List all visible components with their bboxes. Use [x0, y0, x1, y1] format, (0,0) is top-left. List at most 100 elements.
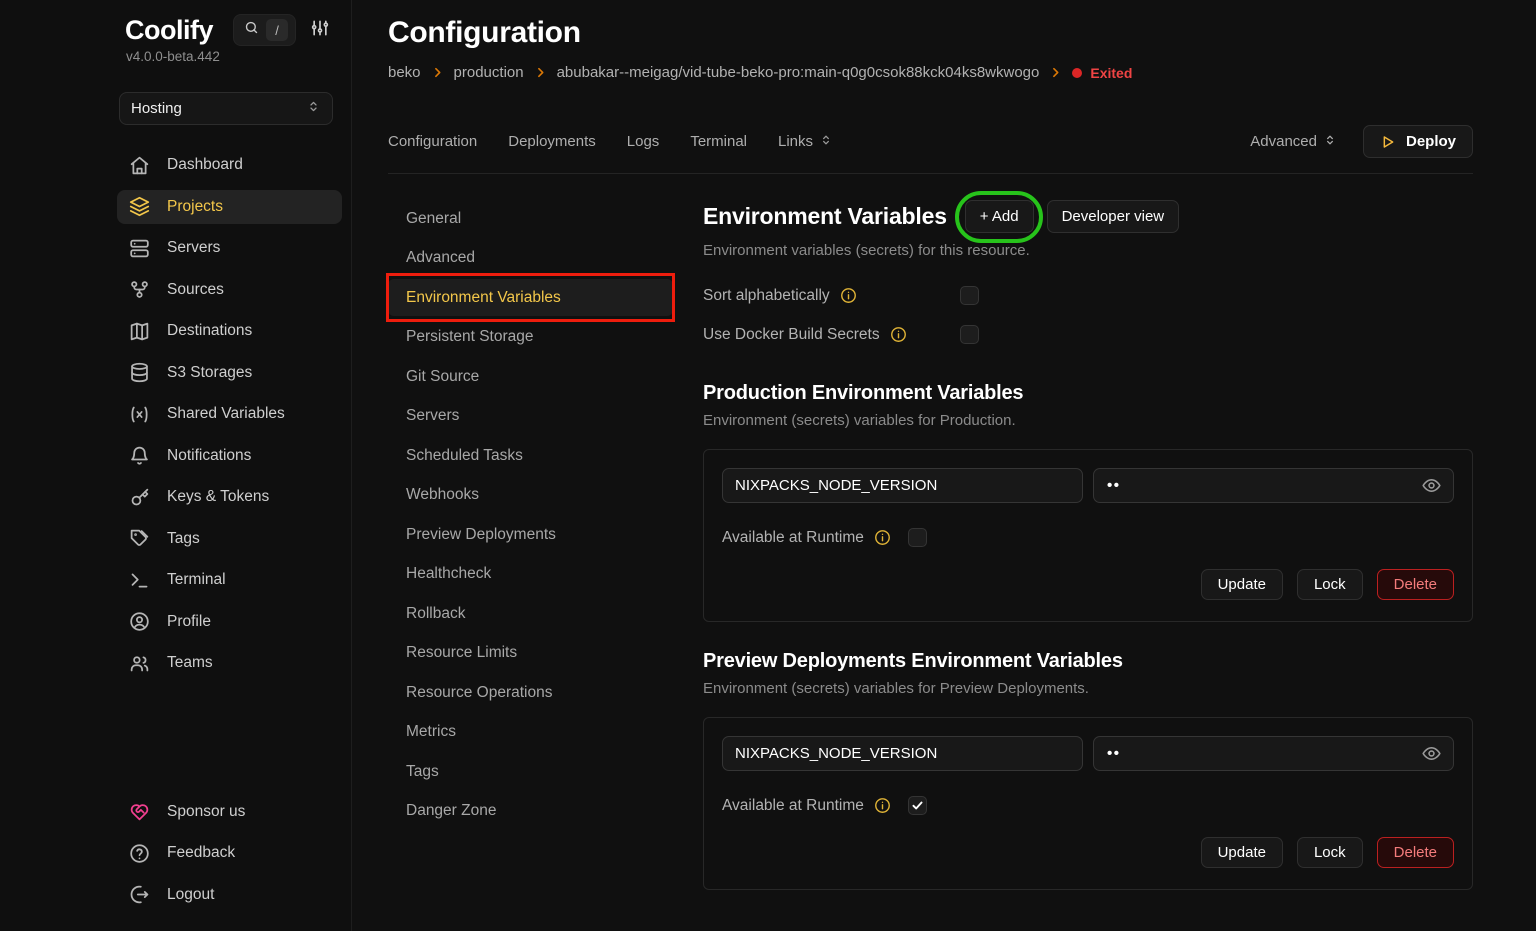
- subnav-item-resource-operations[interactable]: Resource Operations: [388, 674, 673, 711]
- app-version: v4.0.0-beta.442: [117, 49, 342, 64]
- config-subnav: General Advanced Environment Variables P…: [388, 200, 673, 930]
- sidebar-item-projects[interactable]: Projects: [117, 190, 342, 224]
- eye-icon[interactable]: [1421, 475, 1442, 496]
- delete-button[interactable]: Delete: [1377, 837, 1454, 868]
- update-button[interactable]: Update: [1201, 569, 1283, 600]
- developer-view-button[interactable]: Developer view: [1047, 200, 1180, 233]
- sidebar-item-terminal[interactable]: Terminal: [117, 563, 342, 597]
- tab-logs[interactable]: Logs: [627, 133, 660, 150]
- sidebar-item-label: Teams: [167, 654, 213, 672]
- help-circle-icon: [129, 843, 150, 864]
- sidebar-item-sponsor[interactable]: Sponsor us: [117, 795, 342, 829]
- heart-handshake-icon: [129, 801, 150, 822]
- lock-button[interactable]: Lock: [1297, 569, 1363, 600]
- settings-sliders-icon[interactable]: [310, 18, 330, 43]
- sidebar-item-teams[interactable]: Teams: [117, 646, 342, 680]
- info-icon: [890, 326, 907, 343]
- variable-value-input[interactable]: ••: [1093, 736, 1454, 771]
- subnav-item-tags[interactable]: Tags: [388, 753, 673, 790]
- docker-build-secrets-checkbox[interactable]: [960, 325, 979, 344]
- search-button[interactable]: /: [233, 14, 296, 46]
- tab-deployments[interactable]: Deployments: [508, 133, 596, 150]
- map-icon: [129, 321, 150, 342]
- sidebar-item-label: Sponsor us: [167, 803, 245, 821]
- sidebar-item-label: Notifications: [167, 447, 251, 465]
- subnav-item-webhooks[interactable]: Webhooks: [388, 477, 673, 514]
- breadcrumb: beko production abubakar--meigag/vid-tub…: [388, 64, 1473, 81]
- env-var-card-preview: •• Available at Runtime Update Lock: [703, 717, 1473, 890]
- status-dot: [1072, 68, 1082, 78]
- production-section-heading: Production Environment Variables: [703, 382, 1473, 405]
- terminal-icon: [129, 570, 150, 591]
- variable-name-input[interactable]: [722, 736, 1083, 771]
- tag-icon: [129, 528, 150, 549]
- sidebar-item-profile[interactable]: Profile: [117, 605, 342, 639]
- tab-configuration[interactable]: Configuration: [388, 133, 477, 150]
- status-label: Exited: [1090, 65, 1132, 81]
- tab-terminal[interactable]: Terminal: [690, 133, 747, 150]
- variable-name-input[interactable]: [722, 468, 1083, 503]
- sidebar-item-s3-storages[interactable]: S3 Storages: [117, 356, 342, 390]
- logout-icon: [129, 884, 150, 905]
- subnav-item-healthcheck[interactable]: Healthcheck: [388, 556, 673, 593]
- sidebar-item-tags[interactable]: Tags: [117, 522, 342, 556]
- variable-value-input[interactable]: ••: [1093, 468, 1454, 503]
- env-vars-content: Environment Variables + Add Developer vi…: [703, 200, 1473, 930]
- sidebar-item-label: Projects: [167, 198, 223, 216]
- preview-section-subtitle: Environment (secrets) variables for Prev…: [703, 680, 1473, 697]
- subnav-item-rollback[interactable]: Rollback: [388, 595, 673, 632]
- subnav-item-servers[interactable]: Servers: [388, 398, 673, 435]
- available-at-runtime-checkbox[interactable]: [908, 796, 927, 815]
- update-button[interactable]: Update: [1201, 837, 1283, 868]
- sidebar-item-shared-variables[interactable]: Shared Variables: [117, 397, 342, 431]
- available-at-runtime-checkbox[interactable]: [908, 528, 927, 547]
- breadcrumb-environment[interactable]: production: [454, 64, 524, 81]
- sidebar-item-sources[interactable]: Sources: [117, 273, 342, 307]
- sidebar-item-dashboard[interactable]: Dashboard: [117, 148, 342, 182]
- tab-links[interactable]: Links: [778, 133, 833, 151]
- subnav-item-environment-variables[interactable]: Environment Variables: [388, 279, 673, 316]
- sidebar-item-servers[interactable]: Servers: [117, 231, 342, 265]
- team-select[interactable]: Hosting: [119, 92, 333, 125]
- subnav-item-git-source[interactable]: Git Source: [388, 358, 673, 395]
- sidebar-item-destinations[interactable]: Destinations: [117, 314, 342, 348]
- eye-icon[interactable]: [1421, 743, 1442, 764]
- sidebar-item-feedback[interactable]: Feedback: [117, 836, 342, 870]
- env-vars-subtitle: Environment variables (secrets) for this…: [703, 242, 1473, 259]
- delete-button[interactable]: Delete: [1377, 569, 1454, 600]
- sidebar-item-label: Terminal: [167, 571, 226, 589]
- sidebar-item-notifications[interactable]: Notifications: [117, 439, 342, 473]
- advanced-dropdown[interactable]: Advanced: [1250, 133, 1337, 151]
- user-circle-icon: [129, 611, 150, 632]
- subnav-item-metrics[interactable]: Metrics: [388, 714, 673, 751]
- available-at-runtime-label: Available at Runtime: [722, 529, 864, 547]
- subnav-item-persistent-storage[interactable]: Persistent Storage: [388, 319, 673, 356]
- database-icon: [129, 362, 150, 383]
- layers-icon: [129, 196, 150, 217]
- chevron-up-down-icon: [819, 133, 833, 151]
- subnav-item-advanced[interactable]: Advanced: [388, 240, 673, 277]
- sidebar-item-keys-tokens[interactable]: Keys & Tokens: [117, 480, 342, 514]
- subnav-item-danger-zone[interactable]: Danger Zone: [388, 793, 673, 830]
- deploy-button[interactable]: Deploy: [1363, 125, 1473, 158]
- info-icon: [840, 287, 857, 304]
- sidebar-item-label: Dashboard: [167, 156, 243, 174]
- lock-button[interactable]: Lock: [1297, 837, 1363, 868]
- docker-build-secrets-label: Use Docker Build Secrets: [703, 326, 880, 344]
- subnav-item-scheduled-tasks[interactable]: Scheduled Tasks: [388, 437, 673, 474]
- sidebar: Coolify / v4.0.0-beta.442 Hosting Dashbo…: [0, 0, 352, 931]
- sort-alphabetically-checkbox[interactable]: [960, 286, 979, 305]
- available-at-runtime-row: Available at Runtime: [722, 528, 1454, 547]
- add-button[interactable]: + Add: [965, 200, 1034, 233]
- breadcrumb-resource[interactable]: abubakar--meigag/vid-tube-beko-pro:main-…: [557, 64, 1040, 81]
- subnav-item-preview-deployments[interactable]: Preview Deployments: [388, 516, 673, 553]
- chevron-right-icon: [1049, 66, 1062, 79]
- subnav-item-general[interactable]: General: [388, 200, 673, 237]
- sort-alphabetically-label: Sort alphabetically: [703, 287, 830, 305]
- sidebar-item-logout[interactable]: Logout: [117, 878, 342, 912]
- subnav-item-resource-limits[interactable]: Resource Limits: [388, 635, 673, 672]
- breadcrumb-project[interactable]: beko: [388, 64, 421, 81]
- chevron-up-down-icon: [306, 99, 321, 118]
- chevron-right-icon: [431, 66, 444, 79]
- tabs-row: Configuration Deployments Logs Terminal …: [388, 125, 1473, 174]
